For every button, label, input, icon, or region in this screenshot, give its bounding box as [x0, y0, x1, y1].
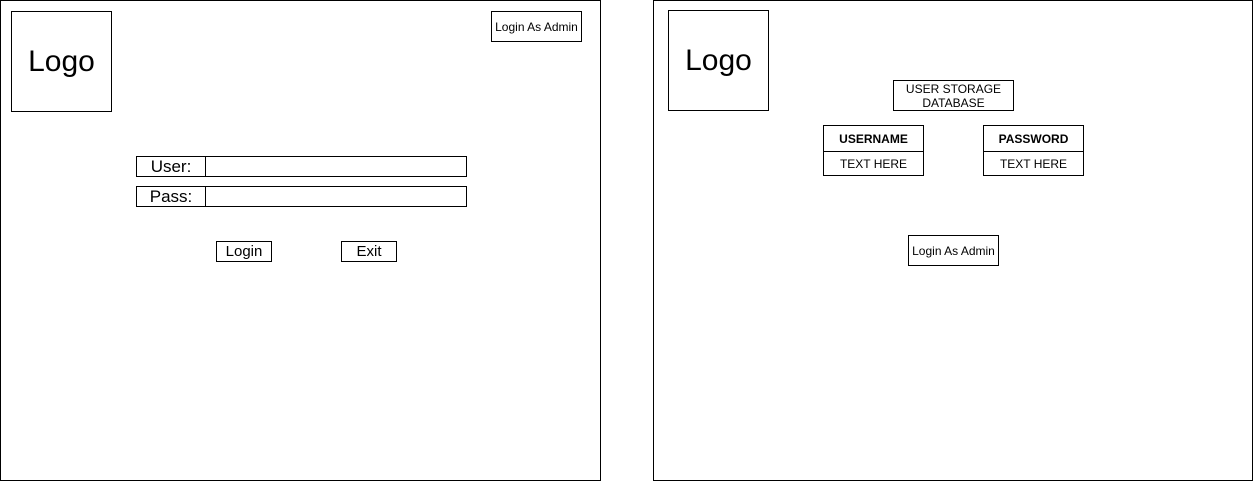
admin-screen: Logo USER STORAGE DATABASE USERNAME TEXT… — [653, 0, 1253, 481]
logo: Logo — [11, 11, 112, 112]
login-as-admin-label: Login As Admin — [912, 243, 995, 258]
password-header: PASSWORD — [984, 126, 1083, 152]
logo: Logo — [668, 10, 769, 111]
password-value: TEXT HERE — [999, 157, 1068, 171]
login-screen: Logo Login As Admin User: Pass: Login Ex… — [0, 0, 601, 481]
exit-button-label: Exit — [356, 243, 382, 260]
pass-input[interactable] — [206, 186, 467, 207]
username-value: TEXT HERE — [839, 157, 908, 171]
exit-button[interactable]: Exit — [341, 241, 397, 262]
username-column: USERNAME TEXT HERE — [823, 125, 924, 176]
logo-text: Logo — [685, 43, 752, 77]
user-label: User: — [136, 156, 206, 177]
logo-text: Logo — [28, 44, 95, 78]
pass-label: Pass: — [136, 186, 206, 207]
password-column: PASSWORD TEXT HERE — [983, 125, 1084, 176]
login-as-admin-button[interactable]: Login As Admin — [491, 11, 582, 42]
user-storage-title: USER STORAGE DATABASE — [893, 80, 1014, 111]
user-input[interactable] — [206, 156, 467, 177]
username-header: USERNAME — [824, 126, 923, 152]
login-as-admin-button[interactable]: Login As Admin — [908, 235, 999, 266]
pass-field-row: Pass: — [136, 186, 467, 207]
user-storage-title-text: USER STORAGE DATABASE — [905, 81, 1002, 110]
user-field-row: User: — [136, 156, 467, 177]
login-as-admin-label: Login As Admin — [495, 19, 578, 34]
login-button-label: Login — [225, 243, 263, 260]
login-button[interactable]: Login — [216, 241, 272, 262]
